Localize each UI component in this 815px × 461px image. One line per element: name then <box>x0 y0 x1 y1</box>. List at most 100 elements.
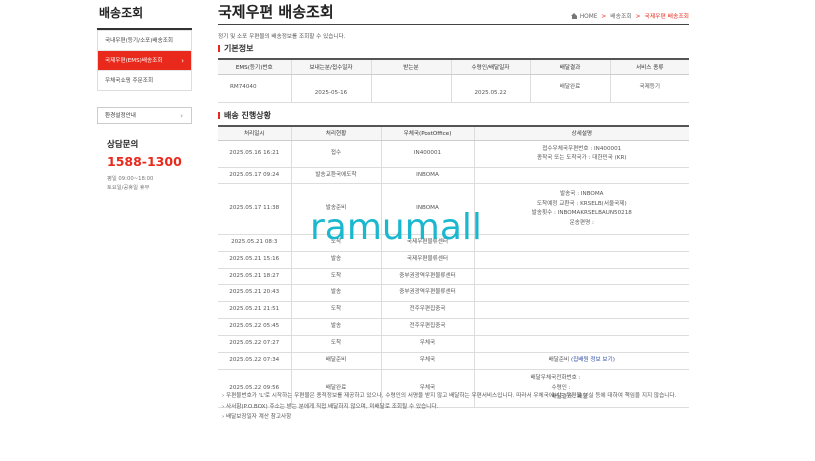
page-title-text: 국제우편 배송조회 <box>218 3 334 21</box>
table-row: 2025.05.21 20:43 발송 중부권광역우편물류센터 <box>218 284 689 302</box>
table-row: 2025.05.22 07:34 배달준비 우체국 배달준비 (집배원 정보 보… <box>218 352 689 370</box>
note-text: 우편물번호가 'L'로 시작하는 우편물은 종적정보를 제공하고 있으나, 수령… <box>226 393 677 399</box>
row-detail <box>473 335 689 353</box>
row-status: 발송 <box>290 284 381 302</box>
row-status: 발송 <box>290 318 381 336</box>
service-type: 국제등기 <box>609 74 689 103</box>
row-date: 2025.05.17 09:24 <box>218 167 291 184</box>
sidebar-item-international[interactable]: 국제우편(EMS)배송조회 › <box>98 50 191 70</box>
section-marker <box>218 45 220 52</box>
basic-info-heading: 기본정보 <box>218 43 689 54</box>
row-detail: 발송국 : INBOMA 도착예정 교환국 : KRSELB(서울국제) 발송횟수 … <box>473 183 689 235</box>
cs-hours-weekday: 평일 09:00~18:00 <box>107 176 154 182</box>
breadcrumb-separator: > <box>601 14 607 20</box>
note-item: › 사서함(P.O.BOX) 주소는 받는 분에게 직접 배달하지 않으며, 미… <box>222 403 439 410</box>
row-office: 중부권광역우편물류센터 <box>380 268 474 285</box>
basic-info-row: RM74040 2025-05-16 2025.05.22 배달완료 국제등기 <box>218 74 689 103</box>
delivery-date: 2025.05.22 <box>450 74 530 103</box>
cs-title: 상담문의 <box>107 140 139 150</box>
tracking-number: RM74040 <box>218 74 291 103</box>
sidebar-item-label: 국내우편(등기/소포)배송조회 <box>105 38 174 44</box>
column-header: 받는분 <box>370 58 451 75</box>
row-office: IN400001 <box>380 140 474 168</box>
progress-title: 배송 진행상황 <box>224 110 271 120</box>
sender-date: 2025-05-16 <box>290 74 371 103</box>
row-status: 배달준비 <box>290 352 381 370</box>
row-office: INBOMA <box>380 167 474 184</box>
row-status: 발송교환국에도착 <box>290 167 381 184</box>
main-content: 국제우편 배송조회 HOME > 배송조회 > 국제우편 배송조회 정기 및 소포 우편… <box>218 0 689 408</box>
column-header: 처리현황 <box>290 124 381 141</box>
notes: › 우편물번호가 'L'로 시작하는 우편물은 종적정보를 제공하고 있으나, … <box>222 391 692 423</box>
row-date: 2025.05.21 08:3 <box>218 234 291 252</box>
column-header: 처리일시 <box>218 124 291 141</box>
table-row: 2025.05.16 16:21 접수 IN400001 접수우체국우편번호 :… <box>218 140 689 168</box>
row-detail <box>473 268 689 285</box>
detail-line: 발송국 : INBOMA <box>559 191 604 197</box>
sidebar-item-label: 국제우편(EMS)배송조회 <box>105 58 163 64</box>
table-row: 2025.05.22 07:27 도착 우체국 <box>218 335 689 353</box>
row-office: 우체국 <box>380 335 474 353</box>
row-status: 발송 <box>290 251 381 269</box>
progress-heading: 배송 진행상황 <box>218 110 689 121</box>
row-status: 도착 <box>290 268 381 285</box>
row-detail <box>473 234 689 252</box>
row-status: 도착 <box>290 335 381 353</box>
chevron-right-icon: › <box>181 57 184 65</box>
watermark-logo: ramumall <box>310 207 482 248</box>
column-header: EMS(등기)번호 <box>218 58 291 75</box>
row-detail: 접수우체국우편번호 : IN400001 종착국 또는 도착국가 : 대한민국 (… <box>473 140 689 168</box>
table-row: 2025.05.21 21:51 도착 전주우편집중국 <box>218 301 689 319</box>
note-text: 사서함(P.O.BOX) 주소는 받는 분에게 직접 배달하지 않으며, 미배달… <box>226 403 439 410</box>
cs-phone: 1588-1300 <box>107 154 182 169</box>
row-detail <box>473 284 689 302</box>
sidebar-menu: 국내우편(등기/소포)배송조회 국제우편(EMS)배송조회 › 우체국쇼핑 주문조… <box>97 30 192 91</box>
row-status: 도착 <box>290 301 381 319</box>
sidebar-item-shopping[interactable]: 우체국쇼핑 주문조회 <box>98 70 191 90</box>
note-text: 배달보장일자 계산 참고사항 <box>226 414 292 420</box>
detail-line: 운송편명 : <box>569 219 594 226</box>
column-header: 배달결과 <box>529 58 610 75</box>
cs-hours: 평일 09:00~18:00 토요일/공휴일 휴무 <box>97 175 192 193</box>
detail-line: 배달우체국전화번호 : <box>530 375 581 382</box>
detail-text: 배달준비 <box>548 357 571 364</box>
row-office: 전주우편집중국 <box>380 301 474 319</box>
env-settings-label: 환경설정안내 <box>105 113 136 119</box>
home-icon <box>570 13 578 19</box>
detail-line: 접수우체국우편번호 : IN400001 <box>542 145 622 152</box>
table-row: 2025.05.22 05:45 발송 전주우편집중국 <box>218 318 689 336</box>
progress-header-row: 처리일시 처리현황 우체국(PostOffice) 상세설명 <box>218 124 689 141</box>
sidebar-item-label: 우체국쇼핑 주문조회 <box>105 78 154 84</box>
basic-info-table: EMS(등기)번호 보내는분/접수일자 받는분 수령인/배달일자 배달결과 서비… <box>218 58 689 103</box>
delivery-result: 배달완료 <box>529 74 610 103</box>
table-row: 2025.05.21 18:27 도착 중부권광역우편물류센터 <box>218 268 689 285</box>
chevron-right-icon: › <box>180 112 183 120</box>
row-office: 중부권광역우편물류센터 <box>380 284 474 302</box>
breadcrumb: HOME > 배송조회 > 국제우편 배송조회 <box>570 11 689 20</box>
note-item[interactable]: › 배달보장일자 계산 참고사항 <box>222 412 692 423</box>
section-marker <box>218 111 220 119</box>
row-detail <box>473 301 689 319</box>
carrier-info-link[interactable]: (집배원 정보 보기) <box>571 357 615 363</box>
row-date: 2025.05.22 07:34 <box>218 352 291 370</box>
row-date: 2025.05.21 20:43 <box>218 284 291 302</box>
row-date: 2025.05.16 16:21 <box>218 140 291 168</box>
table-row: 2025.05.21 15:16 발송 국제우편물류센터 <box>218 251 689 269</box>
row-date: 2025.05.21 21:51 <box>218 301 291 319</box>
row-office: 우체국 <box>380 352 474 370</box>
note-item: › 우편물번호가 'L'로 시작하는 우편물은 종적정보를 제공하고 있으나, … <box>222 393 677 399</box>
breadcrumb-home[interactable]: HOME <box>580 14 598 20</box>
sidebar-item-domestic[interactable]: 국내우편(등기/소포)배송조회 <box>98 30 191 50</box>
row-office: 전주우편집중국 <box>380 318 474 336</box>
row-date: 2025.05.22 07:27 <box>218 335 291 353</box>
column-header: 수령인/배달일자 <box>450 58 530 75</box>
row-date: 2025.05.17 11:38 <box>218 183 291 235</box>
breadcrumb-current: 국제우편 배송조회 <box>644 14 689 20</box>
row-status: 접수 <box>290 140 381 168</box>
breadcrumb-tracking[interactable]: 배송조회 <box>610 14 631 20</box>
detail-line: 발송횟수 : INBOMAKRSELBAUN50218 <box>531 210 632 216</box>
table-row: 2025.05.17 09:24 발송교환국에도착 INBOMA <box>218 167 689 184</box>
column-header: 우체국(PostOffice) <box>380 124 474 141</box>
cs-hours-holiday: 토요일/공휴일 휴무 <box>107 185 150 191</box>
env-settings-link[interactable]: 환경설정안내 › <box>97 107 192 124</box>
